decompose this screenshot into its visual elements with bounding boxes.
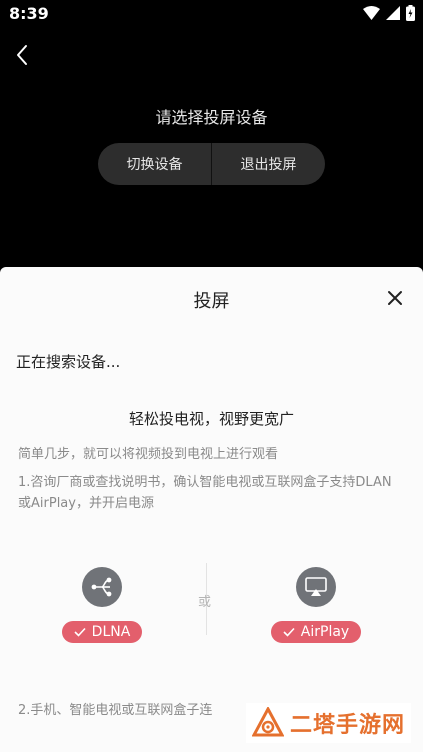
dlna-icon-circle (82, 567, 122, 607)
cellular-signal-icon (386, 6, 400, 20)
step-1-text: 1.咨询厂商或查找说明书，确认智能电视或互联网盒子支持DLAN或AirPlay，… (18, 475, 392, 511)
wifi-icon (363, 6, 380, 20)
switch-device-button[interactable]: 切换设备 (98, 143, 211, 185)
dlna-label: DLNA (91, 624, 131, 640)
battery-icon (406, 5, 415, 21)
select-device-prompt: 请选择投屏设备 (155, 108, 268, 127)
status-time: 8:39 (9, 4, 49, 23)
airplay-icon-circle (296, 567, 336, 607)
close-icon[interactable] (387, 290, 403, 306)
promo-heading: 轻松投电视，视野更宽广 (128, 410, 294, 428)
step-2-text: 2.手机、智能电视或互联网盒子连 (18, 703, 213, 718)
status-icons (363, 5, 415, 21)
dlna-protocol: DLNA (52, 567, 152, 643)
airplay-protocol: AirPlay (266, 567, 366, 643)
share-nodes-icon (91, 577, 112, 597)
check-icon (74, 627, 86, 637)
searching-status: 正在搜索设备... (16, 353, 121, 371)
airplay-icon (305, 577, 327, 596)
steps-intro: 简单几步，就可以将视频投到电视上进行观看 (18, 447, 279, 462)
sheet-title: 投屏 (193, 291, 230, 312)
status-bar: 8:39 (0, 0, 423, 28)
site-watermark: 二塔手游网 (245, 703, 411, 743)
dlna-badge: DLNA (61, 621, 143, 643)
cast-header: 8:39 请选择投屏设备 切换设备 退出投屏 (0, 0, 423, 267)
watermark-text: 二塔手游网 (289, 713, 405, 738)
airplay-badge: AirPlay (270, 621, 362, 643)
check-icon (283, 627, 295, 637)
back-arrow-icon[interactable] (12, 42, 34, 68)
cast-actions: 切换设备 退出投屏 (98, 143, 325, 185)
or-label: 或 (198, 595, 212, 610)
logo-icon (251, 707, 284, 737)
airplay-label: AirPlay (300, 624, 350, 640)
cast-sheet: 投屏 正在搜索设备... 轻松投电视，视野更宽广 简单几步，就可以将视频投到电视… (0, 267, 423, 752)
exit-cast-button[interactable]: 退出投屏 (212, 143, 325, 185)
